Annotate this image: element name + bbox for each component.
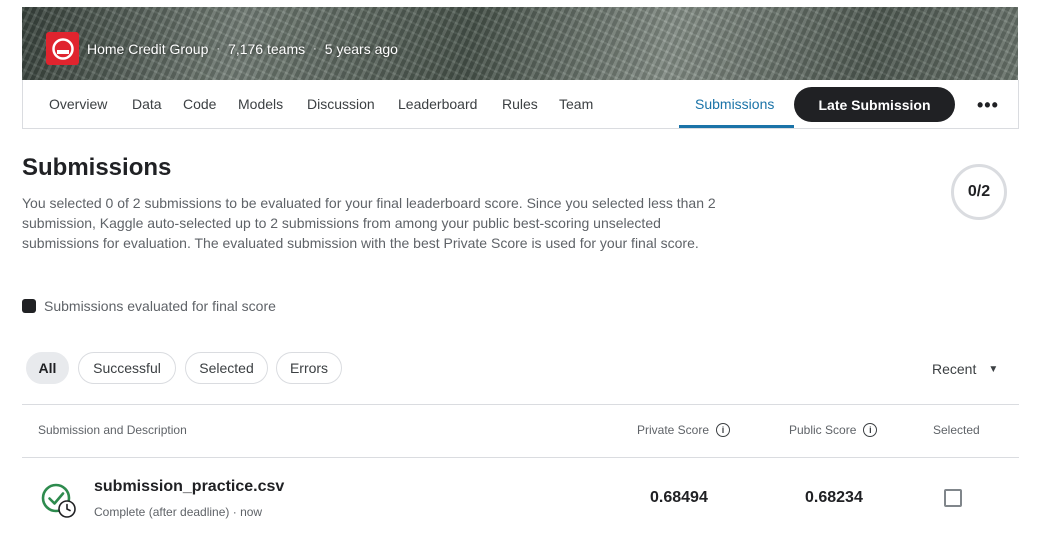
tab-overview[interactable]: Overview xyxy=(49,96,107,112)
competition-tab-bar: Overview Data Code Models Discussion Lea… xyxy=(22,80,1019,129)
competition-age: 5 years ago xyxy=(324,40,398,57)
tab-leaderboard[interactable]: Leaderboard xyxy=(398,96,477,112)
sort-dropdown[interactable]: Recent ▼ xyxy=(932,361,998,377)
competition-header-banner: Home Credit Group · 7,176 teams · 5 year… xyxy=(22,7,1018,80)
sort-label: Recent xyxy=(932,361,977,377)
info-icon[interactable]: i xyxy=(716,423,731,437)
table-header-divider xyxy=(22,457,1019,458)
column-header-selected: Selected xyxy=(933,423,980,437)
submission-file-name[interactable]: submission_practice.csv xyxy=(94,478,284,496)
competition-meta: Home Credit Group · 7,176 teams · 5 year… xyxy=(46,32,398,65)
column-header-submission: Submission and Description xyxy=(38,423,187,437)
page-title: Submissions xyxy=(22,154,172,181)
private-score-value: 0.68494 xyxy=(650,489,708,506)
separator: · xyxy=(216,42,221,55)
filter-chip-all[interactable]: All xyxy=(26,352,69,384)
column-header-public-score: Public Score i xyxy=(789,423,878,437)
table-top-divider xyxy=(22,404,1019,405)
legend-label: Submissions evaluated for final score xyxy=(44,298,276,314)
more-options-icon[interactable]: ••• xyxy=(977,95,999,116)
column-header-label: Public Score xyxy=(789,423,857,437)
column-header-private-score: Private Score i xyxy=(637,423,731,437)
filter-chip-selected[interactable]: Selected xyxy=(185,352,268,384)
info-icon[interactable]: i xyxy=(863,423,878,437)
late-submission-button[interactable]: Late Submission xyxy=(794,87,955,122)
legend-swatch-icon xyxy=(22,299,36,313)
tab-data[interactable]: Data xyxy=(132,96,162,112)
tab-models[interactable]: Models xyxy=(238,96,283,112)
filter-chip-successful[interactable]: Successful xyxy=(78,352,176,384)
tab-discussion[interactable]: Discussion xyxy=(307,96,375,112)
submission-status: Complete (after deadline) · now xyxy=(94,505,263,519)
tab-code[interactable]: Code xyxy=(183,96,216,112)
active-tab-indicator xyxy=(679,125,794,128)
submission-complete-icon xyxy=(41,483,76,518)
filter-chip-errors[interactable]: Errors xyxy=(276,352,342,384)
tab-rules[interactable]: Rules xyxy=(502,96,538,112)
selected-counter-badge: 0/2 xyxy=(951,164,1007,220)
separator: · xyxy=(313,42,317,55)
public-score-value: 0.68234 xyxy=(805,489,863,506)
submissions-description: You selected 0 of 2 submissions to be ev… xyxy=(22,195,716,251)
team-count: 7,176 teams xyxy=(228,40,306,57)
tab-submissions[interactable]: Submissions xyxy=(695,96,774,112)
chevron-down-icon: ▼ xyxy=(988,363,999,375)
final-score-legend: Submissions evaluated for final score xyxy=(22,298,276,314)
organization-name[interactable]: Home Credit Group xyxy=(87,41,208,57)
column-header-label: Submission and Description xyxy=(38,423,187,437)
select-submission-checkbox[interactable] xyxy=(944,489,962,507)
tab-team[interactable]: Team xyxy=(559,96,593,112)
column-header-label: Private Score xyxy=(637,423,710,437)
column-header-label: Selected xyxy=(933,423,980,437)
home-credit-logo-icon xyxy=(46,32,79,65)
